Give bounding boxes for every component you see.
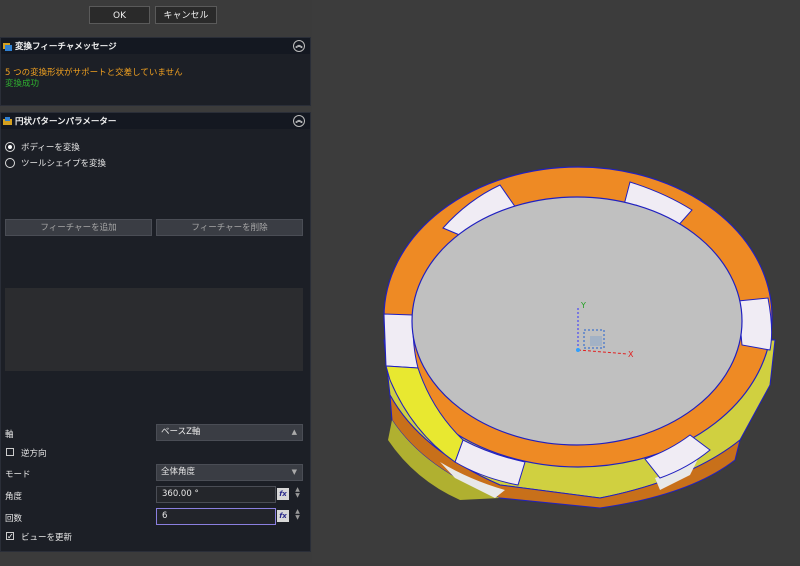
pattern-panel-header[interactable]: 円状パターンパラメーター ︽ xyxy=(1,113,310,129)
pattern-panel: 円状パターンパラメーター ︽ ボディーを変換 ツールシェイプを変換 フィーチャー… xyxy=(0,112,311,552)
axis-label: 軸 xyxy=(5,430,14,440)
angle-input[interactable]: 360.00 ° xyxy=(156,486,276,503)
ok-button[interactable]: OK xyxy=(89,6,150,24)
collapse-icon[interactable]: ︽ xyxy=(293,115,305,127)
pattern-panel-title: 円状パターンパラメーター xyxy=(15,117,117,127)
add-feature-button[interactable]: フィーチャーを追加 xyxy=(5,219,152,236)
circular-pattern-icon xyxy=(3,116,12,125)
axis-value: ベースZ軸 xyxy=(161,427,201,437)
mode-label: モード xyxy=(5,470,31,480)
reverse-checkbox[interactable] xyxy=(6,448,14,456)
cancel-button[interactable]: キャンセル xyxy=(155,6,217,24)
dialog-toolbar: OK キャンセル xyxy=(0,0,312,34)
inner-face xyxy=(411,196,743,446)
feature-list[interactable] xyxy=(5,288,303,371)
success-message: 変換成功 xyxy=(5,79,40,89)
feature-message-icon xyxy=(3,42,12,51)
mode-select[interactable]: 全体角度 ▼ xyxy=(156,464,303,481)
update-view-checkbox[interactable]: ✓ xyxy=(6,532,14,541)
remove-feature-button[interactable]: フィーチャーを削除 xyxy=(156,219,303,236)
ring-segment-white xyxy=(737,297,773,351)
axis-select[interactable]: ベースZ軸 ▲ xyxy=(156,424,303,441)
fx-icon[interactable]: fx xyxy=(277,510,289,522)
angle-label: 角度 xyxy=(5,492,23,502)
chevron-up-icon: ▲ xyxy=(291,428,297,436)
axis-y-label: Y xyxy=(580,301,586,310)
reverse-label: 逆方向 xyxy=(21,449,47,459)
mode-value: 全体角度 xyxy=(161,467,196,477)
collapse-icon[interactable]: ︽ xyxy=(293,40,305,52)
count-label: 回数 xyxy=(5,514,23,524)
axis-x-label: X xyxy=(628,350,634,359)
update-view-label: ビューを更新 xyxy=(21,533,73,543)
angle-stepper[interactable]: ▲ ▼ xyxy=(293,487,302,499)
message-panel-title: 変換フィーチャメッセージ xyxy=(15,42,117,52)
fx-icon[interactable]: fx xyxy=(277,488,289,500)
message-panel-header[interactable]: 変換フィーチャメッセージ ︽ xyxy=(1,38,310,54)
radio-body-label: ボディーを変換 xyxy=(21,143,80,153)
model-view[interactable]: Y X xyxy=(312,0,800,563)
message-panel: 変換フィーチャメッセージ ︽ 5 つの変換形状がサポートと交差していません 変換… xyxy=(0,37,311,106)
radio-tool-label: ツールシェイプを変換 xyxy=(21,159,107,169)
radio-icon[interactable] xyxy=(5,158,15,168)
count-stepper[interactable]: ▲ ▼ xyxy=(293,509,302,521)
radio-transform-tool[interactable]: ツールシェイプを変換 xyxy=(5,157,106,169)
radio-transform-body[interactable]: ボディーを変換 xyxy=(5,141,80,153)
3d-viewport[interactable]: Y X xyxy=(312,0,800,563)
chevron-down-icon: ▼ xyxy=(291,468,297,476)
radio-icon[interactable] xyxy=(5,142,15,152)
count-input[interactable]: 6 xyxy=(156,508,276,525)
